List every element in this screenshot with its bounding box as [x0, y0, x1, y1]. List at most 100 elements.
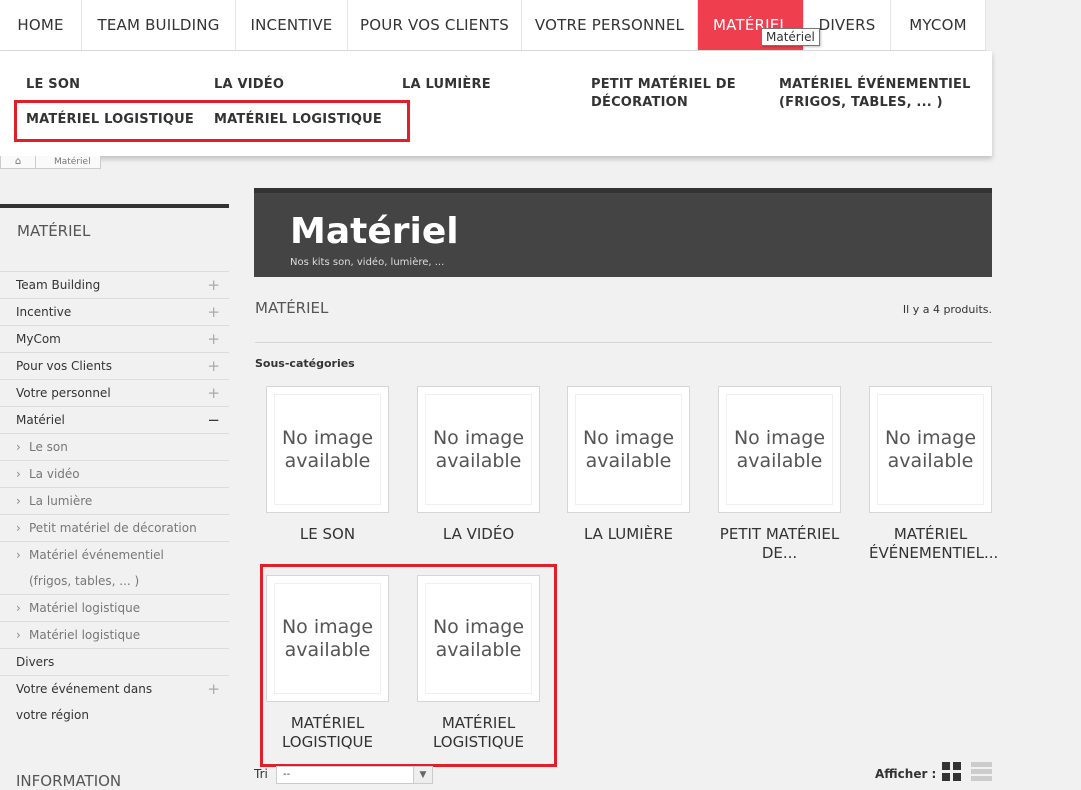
- subcategory-name[interactable]: MATÉRIEL ÉVÉNEMENTIEL...: [869, 525, 998, 563]
- sidebar-item-label: Divers: [16, 655, 55, 669]
- tooltip: Matériel: [761, 28, 820, 46]
- no-image-placeholder: No image available: [726, 394, 833, 505]
- chevron-right-icon: ›: [16, 440, 21, 454]
- menu-item-materiel-evenementiel[interactable]: MATÉRIEL ÉVÉNEMENTIEL (FRIGOS, TABLES, .…: [779, 76, 979, 112]
- sidebar-item-label: Votre événement dans votre région: [16, 682, 153, 722]
- menu-item-la-video[interactable]: LA VIDÉO: [214, 76, 384, 94]
- minus-icon[interactable]: −: [207, 407, 220, 434]
- sidebar-item-label: Pour vos Clients: [16, 359, 113, 373]
- divider: [255, 342, 992, 343]
- sidebar-item[interactable]: › Matériel événementiel (frigos, tables, …: [0, 541, 229, 594]
- sidebar-item-label: Team Building: [16, 278, 101, 292]
- plus-icon[interactable]: +: [207, 353, 220, 380]
- chevron-right-icon: ›: [16, 548, 21, 562]
- list-view-icon[interactable]: [971, 762, 992, 781]
- category-banner: Matériel Nos kits son, vidéo, lumière, .…: [254, 188, 992, 277]
- sidebar-item-label: Votre personnel: [16, 386, 111, 400]
- chevron-right-icon: ›: [16, 601, 21, 615]
- plus-icon[interactable]: +: [207, 299, 220, 326]
- menu-item-le-son[interactable]: LE SON: [26, 76, 196, 94]
- sidebar-item-label: La vidéo: [29, 467, 80, 481]
- plus-icon[interactable]: +: [207, 380, 220, 407]
- sidebar-item[interactable]: Votre personnel +: [0, 379, 229, 406]
- sidebar-item-label: Matériel logistique: [29, 628, 141, 642]
- category-title: Matériel: [290, 211, 459, 252]
- subcategory-name[interactable]: LA VIDÉO: [417, 525, 540, 544]
- home-icon[interactable]: ⌂: [0, 156, 36, 169]
- sidebar-title: MATÉRIEL: [0, 204, 229, 270]
- nav-item-mycom[interactable]: MYCOM: [891, 0, 986, 50]
- sort-select[interactable]: -- ▼: [276, 766, 433, 784]
- sidebar-item[interactable]: Matériel −: [0, 406, 229, 433]
- subcategory-image[interactable]: No image available: [869, 386, 992, 513]
- chevron-right-icon: ›: [16, 628, 21, 642]
- breadcrumb-current: Matériel: [36, 156, 101, 169]
- sidebar-item-label: La lumière: [29, 494, 93, 508]
- subcategory-image[interactable]: No image available: [417, 386, 540, 513]
- no-image-placeholder: No image available: [575, 394, 682, 505]
- sidebar-item[interactable]: Team Building +: [0, 271, 229, 298]
- subcategory-card[interactable]: No image available LA LUMIÈRE: [567, 386, 690, 544]
- highlight-box: [14, 100, 410, 142]
- sidebar-item[interactable]: › Petit matériel de décoration: [0, 514, 229, 541]
- sidebar-item-label: MyCom: [16, 332, 61, 346]
- menu-item-la-lumiere[interactable]: LA LUMIÈRE: [402, 76, 572, 94]
- subcategory-image[interactable]: No image available: [266, 386, 389, 513]
- sidebar-item-label: Incentive: [16, 305, 72, 319]
- view-label: Afficher :: [875, 767, 937, 781]
- subcategories-label: Sous-catégories: [255, 357, 355, 370]
- sidebar-item[interactable]: MyCom +: [0, 325, 229, 352]
- plus-icon[interactable]: +: [207, 326, 220, 353]
- subcategory-name[interactable]: LA LUMIÈRE: [567, 525, 690, 544]
- product-count: Il y a 4 produits.: [902, 303, 992, 316]
- subcategory-card[interactable]: No image available LE SON: [266, 386, 389, 544]
- breadcrumb: ⌂ Matériel: [0, 156, 101, 169]
- sidebar-item-label: Matériel: [16, 413, 65, 427]
- nav-item-pour-vos-clients[interactable]: POUR VOS CLIENTS: [348, 0, 522, 50]
- subcategory-name[interactable]: LE SON: [266, 525, 389, 544]
- subcategory-card[interactable]: No image available MATÉRIEL ÉVÉNEMENTIEL.…: [869, 386, 998, 563]
- chevron-right-icon: ›: [16, 521, 21, 535]
- nav-item-votre-personnel[interactable]: VOTRE PERSONNEL: [522, 0, 698, 50]
- sidebar-item[interactable]: Divers: [0, 648, 229, 675]
- nav-item-team-building[interactable]: TEAM BUILDING: [82, 0, 236, 50]
- mega-menu-dropdown: LE SON LA VIDÉO LA LUMIÈRE PETIT MATÉRIE…: [0, 51, 992, 156]
- category-subtitle: Nos kits son, vidéo, lumière, ...: [290, 257, 445, 268]
- highlight-box-subcategories: [260, 564, 557, 767]
- sort-value: --: [283, 769, 291, 780]
- nav-item-home[interactable]: HOME: [0, 0, 82, 50]
- subcategory-image[interactable]: No image available: [567, 386, 690, 513]
- top-navigation: HOME TEAM BUILDING INCENTIVE POUR VOS CLIEN…: [0, 0, 986, 51]
- sidebar-item[interactable]: Votre événement dans votre région +: [0, 675, 229, 728]
- grid-view-icon[interactable]: [942, 762, 961, 781]
- dropdown-arrow-icon[interactable]: ▼: [413, 767, 432, 783]
- nav-item-incentive[interactable]: INCENTIVE: [236, 0, 348, 50]
- subcategory-card[interactable]: No image available LA VIDÉO: [417, 386, 540, 544]
- subcategory-card[interactable]: No image available PETIT MATÉRIEL DE...: [718, 386, 841, 563]
- sort-label: Tri: [254, 767, 268, 781]
- subcategory-image[interactable]: No image available: [718, 386, 841, 513]
- sidebar-item-label: Petit matériel de décoration: [29, 521, 197, 535]
- no-image-placeholder: No image available: [274, 394, 381, 505]
- sidebar-item[interactable]: › Matériel logistique: [0, 621, 229, 648]
- chevron-right-icon: ›: [16, 494, 21, 508]
- no-image-placeholder: No image available: [877, 394, 984, 505]
- sidebar-item[interactable]: › La lumière: [0, 487, 229, 514]
- sidebar-item[interactable]: Incentive +: [0, 298, 229, 325]
- plus-icon[interactable]: +: [207, 676, 220, 703]
- sidebar-item[interactable]: › La vidéo: [0, 460, 229, 487]
- sidebar-info-title: INFORMATION: [16, 772, 122, 790]
- plus-icon[interactable]: +: [207, 272, 220, 299]
- no-image-placeholder: No image available: [425, 394, 532, 505]
- chevron-right-icon: ›: [16, 467, 21, 481]
- sidebar-item[interactable]: › Le son: [0, 433, 229, 460]
- sidebar-item[interactable]: Pour vos Clients +: [0, 352, 229, 379]
- sidebar-item-label: Matériel événementiel (frigos, tables, .…: [29, 548, 164, 588]
- menu-item-petit-materiel[interactable]: PETIT MATÉRIEL DE DÉCORATION: [591, 76, 751, 112]
- subcategory-name[interactable]: PETIT MATÉRIEL DE...: [718, 525, 841, 563]
- sidebar-item[interactable]: › Matériel logistique: [0, 594, 229, 621]
- category-heading: MATÉRIEL: [255, 299, 329, 317]
- sidebar-item-label: Le son: [29, 440, 68, 454]
- sidebar-category-list: Team Building + Incentive + MyCom + Pour vos C…: [0, 271, 229, 728]
- sidebar-item-label: Matériel logistique: [29, 601, 141, 615]
